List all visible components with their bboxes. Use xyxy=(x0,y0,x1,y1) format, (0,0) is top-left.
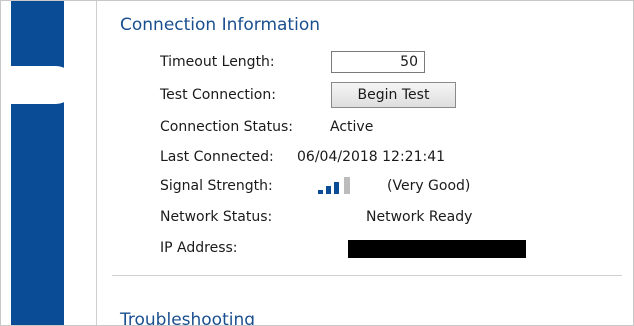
section-divider xyxy=(112,275,622,276)
rail-separator xyxy=(96,0,97,326)
signal-strength-label: Signal Strength: xyxy=(160,178,273,194)
connection-status-value: Active xyxy=(330,119,374,135)
signal-bar-2 xyxy=(326,186,331,194)
last-connected-label: Last Connected: xyxy=(160,149,274,165)
network-status-value: Network Ready xyxy=(366,209,473,225)
connection-page: Connection Information Timeout Length: T… xyxy=(0,0,634,326)
section-title-connection-information: Connection Information xyxy=(120,15,320,35)
side-navigation-rail xyxy=(11,0,64,326)
begin-test-button[interactable]: Begin Test xyxy=(331,82,456,108)
signal-strength-icon xyxy=(318,177,356,194)
signal-bar-3 xyxy=(334,182,339,194)
side-navigation-tab[interactable] xyxy=(11,66,75,104)
connection-status-label: Connection Status: xyxy=(160,119,293,135)
signal-bar-4 xyxy=(344,177,350,194)
network-status-label: Network Status: xyxy=(160,209,273,225)
last-connected-value: 06/04/2018 12:21:41 xyxy=(297,149,446,165)
section-title-troubleshooting: Troubleshooting xyxy=(120,310,256,326)
left-margin xyxy=(0,0,11,326)
timeout-input[interactable] xyxy=(331,51,425,73)
timeout-label: Timeout Length: xyxy=(160,54,275,70)
signal-strength-text: (Very Good) xyxy=(387,178,471,194)
ip-address-label: IP Address: xyxy=(160,240,238,256)
test-connection-label: Test Connection: xyxy=(160,87,276,103)
ip-address-redaction xyxy=(348,240,526,258)
signal-bar-1 xyxy=(318,190,323,194)
